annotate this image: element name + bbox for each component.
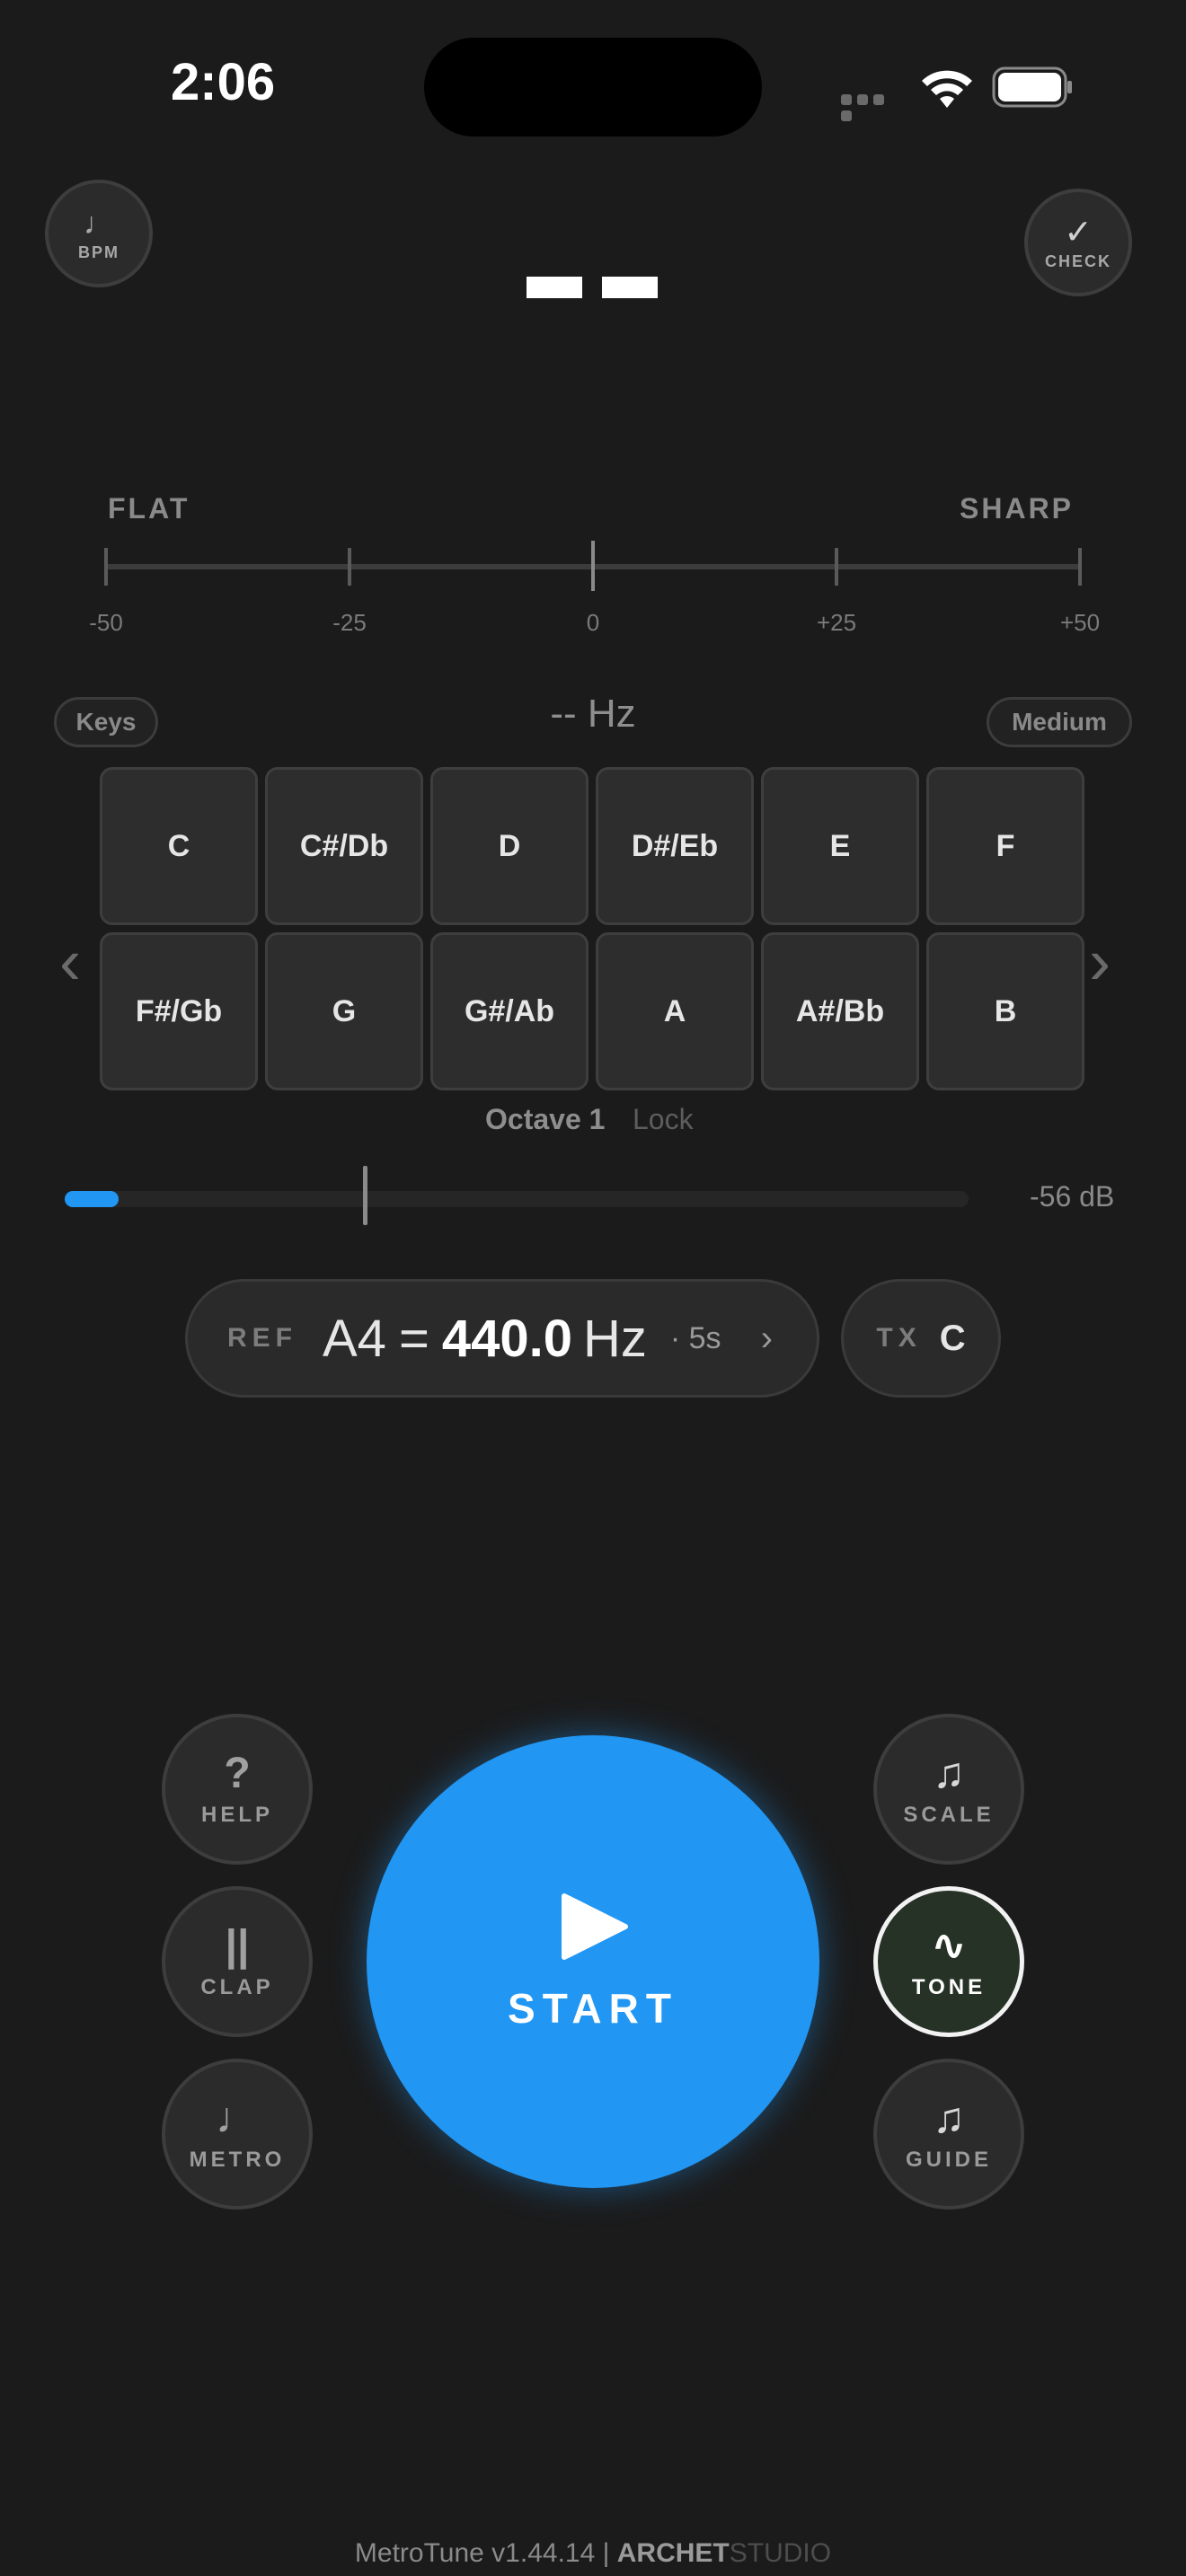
checkmark-icon: ✓	[1064, 213, 1093, 251]
brand-name: ARCHET	[616, 2538, 730, 2568]
music-notes-icon: ♫	[933, 1750, 965, 1797]
status-time: 2:06	[171, 53, 276, 111]
app-version: MetroTune v1.44.14 |	[354, 2538, 610, 2568]
tone-label: TONE	[911, 1975, 987, 1999]
tx-label: TX	[876, 1323, 922, 1353]
key-g-sharp[interactable]: G#/Ab	[430, 932, 589, 1090]
check-button[interactable]: ✓ CHECK	[1024, 189, 1132, 296]
ref-value: 440.0	[441, 1309, 572, 1368]
octave-lock-toggle[interactable]: Lock	[633, 1103, 694, 1136]
music-notes-icon: ♫	[933, 2095, 965, 2142]
frequency-readout: -- Hz	[550, 692, 636, 736]
chevron-right-icon: ›	[760, 1318, 773, 1358]
key-f[interactable]: F	[926, 767, 1084, 925]
input-level-track	[65, 1191, 969, 1207]
scale-tick-label: -50	[89, 609, 123, 636]
scale-tick-label: -25	[332, 609, 367, 636]
reference-pitch-button[interactable]: REF A4 = 440.0 Hz · 5s ›	[185, 1279, 819, 1398]
play-icon	[562, 1893, 628, 1960]
ref-unit: Hz	[582, 1309, 647, 1368]
scale-tick-label: +25	[816, 609, 857, 636]
footer-credits: MetroTune v1.44.14 | ARCHETSTUDIO	[0, 2538, 1186, 2569]
scale-tick	[1078, 548, 1082, 586]
sensitivity-button[interactable]: Medium	[987, 697, 1132, 747]
key-c-sharp[interactable]: C#/Db	[265, 767, 423, 925]
threshold-handle[interactable]	[363, 1166, 367, 1225]
input-level-db: -56 dB	[1030, 1180, 1115, 1213]
sine-wave-icon: ∿	[930, 1922, 968, 1970]
key-d-sharp[interactable]: D#/Eb	[596, 767, 754, 925]
scale-tick	[104, 548, 108, 586]
ref-equals: =	[398, 1309, 429, 1368]
keys-mode-button[interactable]: Keys	[54, 697, 158, 747]
note-icon: ♩	[216, 2095, 259, 2142]
scale-tick-center	[591, 541, 595, 591]
start-button[interactable]: START	[367, 1735, 819, 2188]
start-label: START	[508, 1985, 678, 2032]
note-icon: ♩	[84, 206, 114, 241]
octave-label: Octave 1	[485, 1103, 606, 1135]
bpm-button[interactable]: ♩ BPM	[45, 180, 153, 287]
scale-label: SCALE	[903, 1803, 995, 1827]
transpose-button[interactable]: TX C	[841, 1279, 1001, 1398]
key-e[interactable]: E	[761, 767, 919, 925]
metro-label: METRO	[189, 2148, 286, 2172]
ref-note: A4	[323, 1309, 386, 1368]
cellular-signal-icon	[841, 93, 902, 121]
scale-tick-label: 0	[586, 609, 600, 636]
clap-icon: ||	[225, 1922, 250, 1970]
battery-icon	[992, 66, 1072, 108]
check-label: CHECK	[1044, 251, 1111, 270]
ref-duration: · 5s	[669, 1320, 721, 1355]
next-octave-chevron-icon[interactable]: ›	[1089, 925, 1111, 999]
scale-tick	[835, 548, 838, 586]
key-a[interactable]: A	[596, 932, 754, 1090]
tx-value: C	[939, 1318, 966, 1358]
help-button[interactable]: ? HELP	[162, 1714, 313, 1865]
clap-label: CLAP	[200, 1975, 274, 1999]
brand-studio: STUDIO	[729, 2538, 832, 2568]
tone-button[interactable]: ∿ TONE	[873, 1886, 1024, 2037]
input-level-fill	[65, 1191, 119, 1207]
dynamic-island	[424, 38, 762, 137]
bpm-label: BPM	[78, 243, 119, 261]
key-a-sharp[interactable]: A#/Bb	[761, 932, 919, 1090]
key-b[interactable]: B	[926, 932, 1084, 1090]
note-placeholder-dash	[602, 277, 658, 298]
key-f-sharp[interactable]: F#/Gb	[100, 932, 258, 1090]
wifi-icon	[922, 70, 972, 108]
key-g[interactable]: G	[265, 932, 423, 1090]
scale-button[interactable]: ♫ SCALE	[873, 1714, 1024, 1865]
note-placeholder-dash	[527, 277, 582, 298]
help-label: HELP	[200, 1803, 273, 1827]
metro-button[interactable]: ♩ METRO	[162, 2059, 313, 2210]
prev-octave-chevron-icon[interactable]: ‹	[59, 925, 81, 999]
scale-tick-label: +50	[1059, 609, 1101, 636]
flat-label: FLAT	[108, 492, 190, 525]
guide-button[interactable]: ♫ GUIDE	[873, 2059, 1024, 2210]
sharp-label: SHARP	[960, 492, 1075, 525]
question-icon: ?	[224, 1750, 251, 1797]
clap-button[interactable]: || CLAP	[162, 1886, 313, 2037]
guide-label: GUIDE	[905, 2148, 992, 2172]
scale-tick	[348, 548, 351, 586]
key-c[interactable]: C	[100, 767, 258, 925]
ref-label: REF	[227, 1323, 297, 1353]
key-d[interactable]: D	[430, 767, 589, 925]
